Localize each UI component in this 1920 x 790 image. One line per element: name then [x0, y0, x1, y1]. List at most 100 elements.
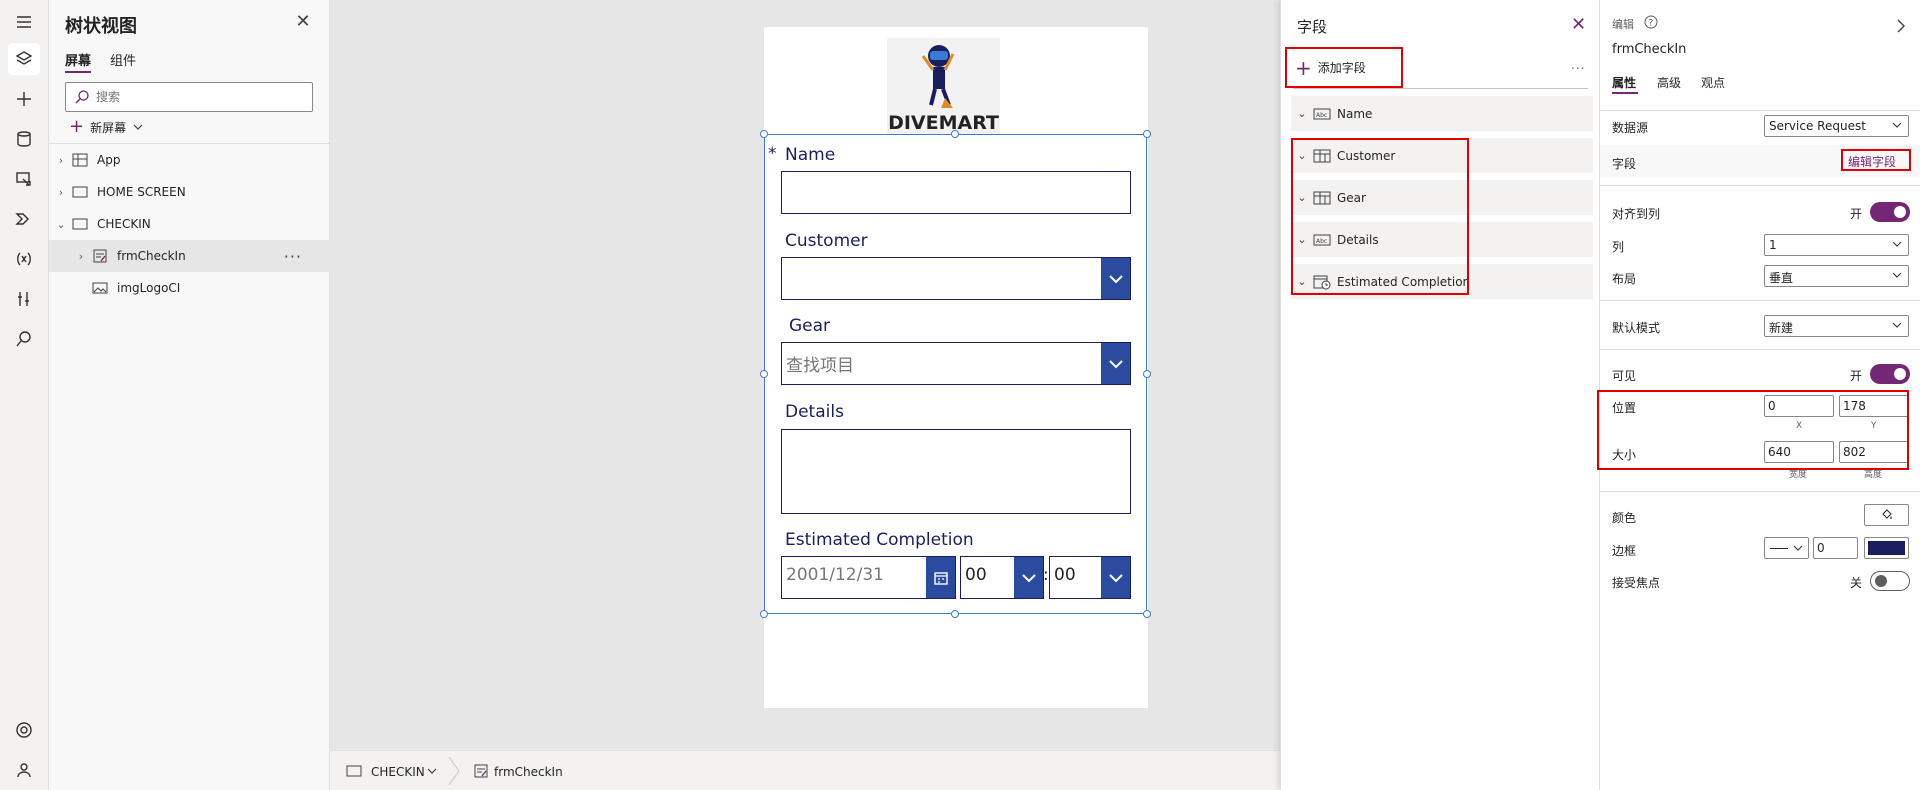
customer-combobox[interactable]: [781, 257, 1131, 300]
size-height-input[interactable]: 802: [1839, 441, 1909, 463]
chevron-down-icon[interactable]: ⌄: [1291, 233, 1313, 246]
media-icon[interactable]: [8, 163, 40, 195]
tab-ideas[interactable]: 观点: [1701, 74, 1725, 91]
layers-icon[interactable]: [8, 43, 40, 75]
tree-node-app[interactable]: › App: [49, 144, 330, 176]
help-icon[interactable]: ?: [1644, 15, 1658, 29]
border-color-swatch: [1868, 541, 1905, 555]
chevron-down-icon[interactable]: [1014, 557, 1043, 598]
position-x-input[interactable]: 0: [1764, 395, 1834, 417]
chevron-right-icon[interactable]: ›: [55, 154, 67, 167]
tree-node-frmcheckin[interactable]: › frmCheckIn ···: [49, 240, 330, 272]
chevron-right-icon[interactable]: ›: [75, 250, 87, 263]
estimated-completion-label: Estimated Completion: [785, 530, 974, 550]
edit-fields-link[interactable]: 编辑字段: [1841, 149, 1911, 171]
tree-search-input[interactable]: [96, 87, 296, 107]
chevron-down-icon[interactable]: ⌄: [1291, 149, 1313, 162]
color-picker-button[interactable]: [1864, 504, 1909, 526]
text-field-icon: Abc: [1313, 107, 1331, 121]
resize-handle[interactable]: [951, 130, 959, 138]
details-textarea[interactable]: [781, 429, 1131, 514]
field-card-name[interactable]: ⌄ Abc Name: [1291, 96, 1593, 131]
fields-panel-title: 字段: [1297, 18, 1328, 36]
tree-node-home-screen[interactable]: › HOME SCREEN: [49, 176, 330, 208]
resize-handle[interactable]: [1143, 370, 1151, 378]
breadcrumb-control[interactable]: frmCheckIn: [494, 765, 563, 779]
close-icon[interactable]: ✕: [1571, 14, 1586, 35]
logo-text: DIVEMART: [888, 112, 999, 134]
chevron-right-icon[interactable]: ›: [55, 186, 67, 199]
logo-image[interactable]: DIVEMART: [887, 38, 1000, 134]
resize-handle[interactable]: [1143, 130, 1151, 138]
chevron-down-icon[interactable]: [1101, 258, 1130, 299]
chevron-down-icon[interactable]: [426, 765, 438, 777]
datasource-value: Service Request: [1769, 119, 1866, 133]
tree-view-title: 树状视图: [65, 16, 137, 37]
layout-dropdown[interactable]: 垂直: [1764, 265, 1909, 287]
name-label: Name: [785, 145, 836, 165]
resize-handle[interactable]: [760, 370, 768, 378]
chevron-down-icon[interactable]: [1101, 557, 1130, 598]
field-card-details[interactable]: ⌄ Abc Details: [1291, 222, 1593, 257]
more-options-icon[interactable]: ...: [1571, 58, 1585, 72]
tree-node-checkin[interactable]: ⌄ CHECKIN: [49, 208, 330, 240]
tab-components[interactable]: 组件: [110, 50, 136, 69]
border-style-dropdown[interactable]: [1764, 537, 1809, 559]
chevron-down-icon[interactable]: ⌄: [1291, 275, 1313, 288]
breadcrumb-screen[interactable]: CHECKIN: [371, 765, 425, 779]
tree-node-label: HOME SCREEN: [97, 185, 186, 199]
default-mode-dropdown[interactable]: 新建: [1764, 315, 1909, 337]
close-icon[interactable]: ✕: [295, 13, 311, 31]
hamburger-menu-icon[interactable]: [8, 6, 40, 38]
new-screen-button[interactable]: + 新屏幕: [69, 118, 144, 136]
columns-dropdown[interactable]: 1: [1764, 234, 1909, 256]
advanced-tools-icon[interactable]: [8, 283, 40, 315]
visible-toggle[interactable]: [1870, 364, 1910, 384]
hour-dropdown[interactable]: 00: [960, 556, 1044, 599]
divider: [1600, 491, 1920, 492]
settings-gear-icon[interactable]: [8, 714, 40, 746]
power-automate-icon[interactable]: [8, 203, 40, 235]
diver-mascot-icon: [921, 45, 955, 108]
field-name: Details: [1337, 232, 1379, 247]
more-options-icon[interactable]: ···: [284, 247, 302, 266]
calendar-icon[interactable]: [926, 557, 955, 598]
field-card-estimated-completion[interactable]: ⌄ Estimated Completion: [1291, 264, 1593, 299]
minute-dropdown[interactable]: 00: [1049, 556, 1131, 599]
border-width-input[interactable]: 0: [1813, 537, 1858, 559]
add-field-button[interactable]: + 添加字段: [1285, 47, 1403, 88]
resize-handle[interactable]: [760, 610, 768, 618]
resize-handle[interactable]: [1143, 610, 1151, 618]
data-cylinder-icon[interactable]: [8, 123, 40, 155]
field-card-gear[interactable]: ⌄ Gear: [1291, 180, 1593, 215]
chevron-down-icon[interactable]: ⌄: [1291, 107, 1313, 120]
size-width-input[interactable]: 640: [1764, 441, 1834, 463]
gear-combobox[interactable]: 查找项目: [781, 342, 1131, 385]
tab-properties[interactable]: 属性: [1612, 74, 1636, 91]
virtual-agent-icon[interactable]: [8, 754, 40, 786]
datasource-dropdown[interactable]: Service Request: [1764, 115, 1909, 137]
chevron-down-icon[interactable]: [1101, 343, 1130, 384]
field-name: Customer: [1337, 148, 1396, 163]
accept-focus-toggle[interactable]: [1870, 571, 1910, 591]
tab-advanced[interactable]: 高级: [1657, 74, 1681, 91]
tab-screens[interactable]: 屏幕: [65, 50, 92, 73]
border-color-picker[interactable]: [1864, 537, 1909, 559]
insert-plus-icon[interactable]: [8, 83, 40, 115]
tree-node-imglogoci[interactable]: imgLogoCI: [49, 272, 330, 304]
hour-value: 00: [965, 565, 987, 585]
position-y-input[interactable]: 178: [1839, 395, 1909, 417]
snap-to-columns-toggle[interactable]: [1870, 202, 1910, 222]
resize-handle[interactable]: [760, 130, 768, 138]
resize-handle[interactable]: [951, 610, 959, 618]
variables-icon[interactable]: [8, 243, 40, 275]
field-card-customer[interactable]: ⌄ Customer: [1291, 138, 1593, 173]
search-icon[interactable]: [8, 323, 40, 355]
tree-search-box[interactable]: [65, 82, 313, 112]
chevron-right-icon[interactable]: [1895, 18, 1907, 34]
chevron-down-icon: [133, 124, 143, 130]
name-input[interactable]: [781, 171, 1131, 214]
date-picker[interactable]: 2001/12/31: [781, 556, 956, 599]
chevron-down-icon[interactable]: ⌄: [55, 218, 67, 231]
chevron-down-icon[interactable]: ⌄: [1291, 191, 1313, 204]
